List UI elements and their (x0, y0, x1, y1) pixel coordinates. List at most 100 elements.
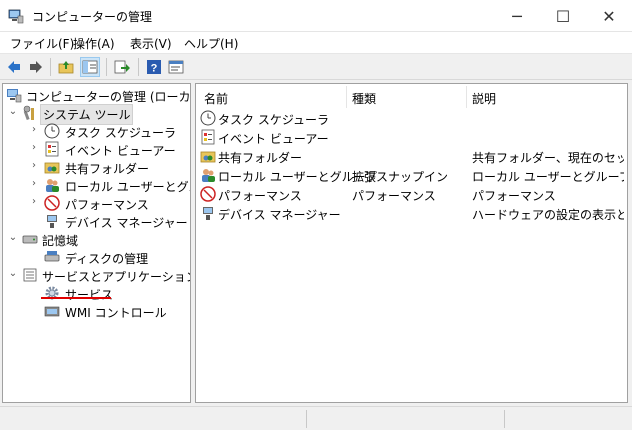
menu-help[interactable]: ヘルプ(H) (184, 35, 238, 52)
tree-item-services-apps[interactable]: ⌄ サービスとアプリケーション (3, 266, 190, 284)
tree-label: コンピューターの管理 (ローカル) (26, 90, 191, 104)
chevron-right-icon[interactable]: › (28, 195, 40, 209)
computer-management-icon (7, 89, 22, 103)
tree-label: パフォーマンス (65, 198, 149, 212)
chevron-down-icon[interactable]: ⌄ (7, 231, 19, 245)
tree-item-system-tools[interactable]: ⌄ システム ツール (3, 104, 190, 125)
menu-view[interactable]: 表示(V) (130, 35, 172, 52)
tree-label: デバイス マネージャー (65, 216, 188, 230)
tree-label: 記憶域 (42, 234, 79, 248)
forward-button[interactable] (26, 57, 46, 77)
export-list-icon (114, 60, 130, 74)
maximize-icon: ☐ (555, 6, 571, 26)
list-item-name: パフォーマンス (218, 189, 302, 203)
toolbar-separator (138, 58, 139, 76)
performance-icon (200, 186, 216, 202)
menu-action[interactable]: 操作(A) (73, 35, 115, 52)
toolbar-separator (50, 58, 51, 76)
help-button[interactable]: ? (144, 57, 164, 77)
chevron-down-icon[interactable]: ⌄ (7, 267, 19, 281)
console-tree[interactable]: コンピューターの管理 (ローカル) ⌄ システム ツール › タスク スケジュー… (2, 83, 191, 403)
forward-icon (30, 61, 42, 73)
title-bar: コンピューターの管理 ─ ☐ ✕ (0, 0, 632, 32)
list-item-description: 共有フォルダー、現在のセッ... (472, 151, 624, 165)
properties-icon (168, 60, 184, 74)
minimize-icon: ─ (512, 6, 522, 26)
tree-item-local-users[interactable]: › ローカル ユーザーとグループ (3, 176, 190, 194)
list-item-name: デバイス マネージャー (218, 208, 341, 222)
tree-item-device-manager[interactable]: デバイス マネージャー (3, 212, 190, 230)
users-icon (202, 169, 215, 182)
performance-icon (44, 195, 60, 211)
tree-item-event-viewer[interactable]: › イベント ビューアー (3, 140, 190, 158)
list-item-name: イベント ビューアー (218, 132, 329, 146)
list-item[interactable]: 共有フォルダー 共有フォルダー、現在のセッ... (196, 147, 627, 166)
list-item[interactable]: デバイス マネージャー ハードウェアの設定の表示と... (196, 204, 627, 223)
back-button[interactable] (4, 57, 24, 77)
computer-management-icon (8, 9, 24, 24)
event-viewer-icon (201, 129, 215, 145)
tree-item-disk-management[interactable]: ディスクの管理 (3, 248, 190, 266)
up-folder-button[interactable] (56, 57, 76, 77)
tree-item-wmi[interactable]: WMI コントロール (3, 302, 190, 320)
clock-icon (44, 123, 60, 139)
column-divider[interactable] (466, 86, 467, 108)
tree-label: ローカル ユーザーとグループ (65, 180, 190, 194)
chevron-right-icon[interactable]: › (28, 177, 40, 191)
window-title: コンピューターの管理 (32, 10, 153, 24)
chevron-right-icon[interactable]: › (28, 123, 40, 137)
status-divider (504, 410, 505, 428)
status-divider (306, 410, 307, 428)
list-item-name: 共有フォルダー (218, 151, 303, 165)
device-manager-icon (47, 215, 57, 228)
tools-icon (23, 105, 34, 121)
close-button[interactable]: ✕ (586, 0, 632, 32)
column-divider[interactable] (346, 86, 347, 108)
tree-item-performance[interactable]: › パフォーマンス (3, 194, 190, 212)
services-apps-icon (23, 268, 37, 282)
menu-file[interactable]: ファイル(F) (10, 35, 74, 52)
list-item-description: パフォーマンス (472, 189, 556, 203)
list-item-type: 拡張スナップイン (352, 170, 449, 184)
wmi-icon (44, 306, 60, 317)
close-icon: ✕ (602, 6, 616, 26)
annotation-underline (41, 297, 111, 299)
shared-folder-icon (200, 151, 216, 163)
tree-item-services[interactable]: サービス (3, 284, 190, 302)
tree-item-shared-folders[interactable]: › 共有フォルダー (3, 158, 190, 176)
back-icon (8, 61, 20, 73)
list-item-description: ハードウェアの設定の表示と... (472, 208, 624, 222)
column-header-description[interactable]: 説明 (472, 90, 496, 107)
tree-label: ディスクの管理 (65, 252, 149, 266)
chevron-right-icon[interactable]: › (28, 141, 40, 155)
status-bar (0, 406, 632, 430)
tree-item-storage[interactable]: ⌄ 記憶域 (3, 230, 190, 248)
event-viewer-icon (45, 141, 59, 157)
tree-label: イベント ビューアー (65, 144, 176, 158)
list-item-description: ローカル ユーザーとグループを... (472, 170, 624, 184)
tree-label: サービスとアプリケーション (42, 270, 191, 284)
properties-button[interactable] (166, 57, 186, 77)
tree-label: タスク スケジューラ (65, 126, 176, 140)
chevron-right-icon[interactable]: › (28, 159, 40, 173)
tree-item-root[interactable]: コンピューターの管理 (ローカル) (3, 86, 190, 104)
list-item[interactable]: イベント ビューアー (196, 128, 627, 147)
list-item[interactable]: パフォーマンス パフォーマンス パフォーマンス (196, 185, 627, 204)
list-item[interactable]: タスク スケジューラ (196, 109, 627, 128)
menu-bar: ファイル(F) 操作(A) 表示(V) ヘルプ(H) (0, 32, 632, 54)
column-header-name[interactable]: 名前 (204, 90, 228, 107)
tree-item-task-scheduler[interactable]: › タスク スケジューラ (3, 122, 190, 140)
result-list[interactable]: 名前 種類 説明 タスク スケジューラ イベント ビューアー 共有フォルダー 共… (195, 83, 628, 403)
device-manager-icon (203, 207, 213, 220)
chevron-down-icon[interactable]: ⌄ (7, 105, 19, 119)
list-item[interactable]: ローカル ユーザーとグループ 拡張スナップイン ローカル ユーザーとグループを.… (196, 166, 627, 185)
maximize-button[interactable]: ☐ (540, 0, 586, 32)
show-hide-tree-icon (82, 60, 98, 74)
tree-label: サービス (65, 288, 114, 302)
show-hide-tree-button[interactable] (80, 57, 100, 77)
minimize-button[interactable]: ─ (494, 0, 540, 32)
tree-label: 共有フォルダー (65, 162, 150, 176)
column-header-type[interactable]: 種類 (352, 90, 376, 107)
svg-text:?: ? (151, 63, 158, 75)
export-list-button[interactable] (112, 57, 132, 77)
